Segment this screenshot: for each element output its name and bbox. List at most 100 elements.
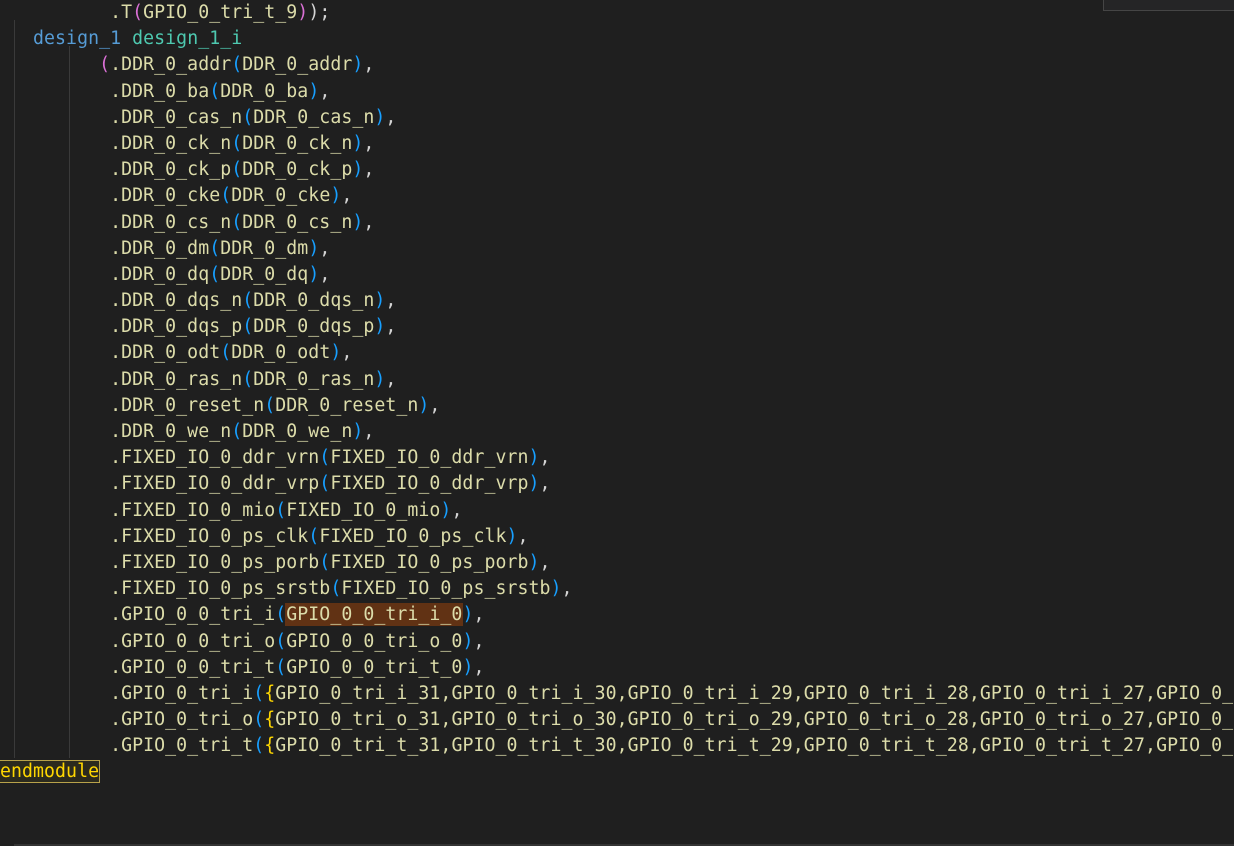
- code-token: .GPIO_0_0_tri_i: [110, 604, 276, 626]
- code-token: ): [528, 551, 540, 573]
- code-line[interactable]: .DDR_0_dm(DDR_0_dm),: [0, 236, 1234, 262]
- code-token: DDR_0_ras_n: [253, 368, 375, 390]
- code-token: ,: [319, 263, 331, 285]
- code-token: GPIO_0_tri_i_31,GPIO_0_tri_i_30,GPIO_0_t…: [275, 682, 1234, 704]
- code-token: ,: [473, 604, 485, 626]
- code-line[interactable]: .DDR_0_odt(DDR_0_odt),: [0, 340, 1234, 366]
- code-token: ,: [385, 106, 397, 128]
- code-token: ,: [451, 499, 463, 521]
- code-token: .DDR_0_cas_n: [110, 106, 243, 128]
- code-line[interactable]: .DDR_0_ck_n(DDR_0_ck_n),: [0, 131, 1234, 157]
- code-token: GPIO_0_tri_t_9: [143, 2, 298, 23]
- code-lines[interactable]: .T(GPIO_0_tri_t_9)); design_1 design_1_i…: [0, 0, 1234, 786]
- code-line[interactable]: .FIXED_IO_0_ddr_vrn(FIXED_IO_0_ddr_vrn),: [0, 445, 1234, 471]
- code-line[interactable]: .DDR_0_we_n(DDR_0_we_n),: [0, 419, 1234, 445]
- code-token: ,: [363, 132, 375, 154]
- code-line[interactable]: .GPIO_0_0_tri_t(GPIO_0_0_tri_t_0),: [0, 655, 1234, 681]
- code-line[interactable]: .T(GPIO_0_tri_t_9));: [0, 0, 1234, 26]
- code-line[interactable]: .FIXED_IO_0_ps_srstb(FIXED_IO_0_ps_srstb…: [0, 576, 1234, 602]
- code-token: ): [528, 473, 540, 495]
- code-token: (: [231, 54, 243, 76]
- code-token: DDR_0_dqs_n: [253, 290, 375, 312]
- code-token: .DDR_0_cs_n: [110, 211, 232, 233]
- code-line[interactable]: .DDR_0_cs_n(DDR_0_cs_n),: [0, 210, 1234, 236]
- code-token: GPIO_0_0_tri_o_0: [286, 630, 463, 652]
- code-token: ,: [341, 342, 353, 364]
- code-token: ): [352, 54, 364, 76]
- code-line[interactable]: .FIXED_IO_0_mio(FIXED_IO_0_mio),: [0, 498, 1234, 524]
- code-token: (: [253, 682, 265, 704]
- code-token: ): [462, 630, 474, 652]
- code-token: ,: [363, 421, 375, 442]
- code-line[interactable]: (.DDR_0_addr(DDR_0_addr),: [0, 52, 1234, 78]
- code-line[interactable]: .DDR_0_reset_n(DDR_0_reset_n),: [0, 393, 1234, 419]
- code-token: .T: [110, 2, 133, 23]
- code-token: ,: [517, 525, 529, 547]
- code-line[interactable]: .DDR_0_dqs_n(DDR_0_dqs_n),: [0, 288, 1234, 314]
- code-token: (: [209, 263, 221, 285]
- code-token: (: [264, 394, 276, 416]
- code-token: .DDR_0_ck_p: [110, 159, 232, 181]
- code-line[interactable]: .DDR_0_cas_n(DDR_0_cas_n),: [0, 105, 1234, 131]
- code-line[interactable]: .DDR_0_dqs_p(DDR_0_dqs_p),: [0, 314, 1234, 340]
- code-token: .GPIO_0_tri_i: [110, 682, 254, 704]
- code-token: DDR_0_reset_n: [275, 394, 419, 416]
- code-token: GPIO_0_tri_o_31,GPIO_0_tri_o_30,GPIO_0_t…: [275, 709, 1234, 731]
- code-line[interactable]: .DDR_0_dq(DDR_0_dq),: [0, 262, 1234, 288]
- code-token: (: [209, 80, 221, 102]
- code-line[interactable]: .DDR_0_cke(DDR_0_cke),: [0, 183, 1234, 209]
- code-token: ): [330, 342, 342, 364]
- code-line[interactable]: .DDR_0_ck_p(DDR_0_ck_p),: [0, 157, 1234, 183]
- code-token: ,: [539, 473, 551, 495]
- code-token: .FIXED_IO_0_ps_porb: [110, 551, 320, 573]
- code-line[interactable]: endmodule: [0, 759, 1234, 785]
- code-line[interactable]: .GPIO_0_tri_i({GPIO_0_tri_i_31,GPIO_0_tr…: [0, 681, 1234, 707]
- code-token: .DDR_0_dqs_p: [110, 316, 243, 338]
- code-token: (: [220, 185, 232, 207]
- code-token: (: [330, 578, 342, 600]
- code-line[interactable]: .GPIO_0_0_tri_o(GPIO_0_0_tri_o_0),: [0, 629, 1234, 655]
- code-line[interactable]: .FIXED_IO_0_ddr_vrp(FIXED_IO_0_ddr_vrp),: [0, 471, 1234, 497]
- find-widget-edge[interactable]: [1103, 0, 1234, 11]
- code-token: FIXED_IO_0_ps_porb: [330, 551, 529, 573]
- code-line[interactable]: design_1 design_1_i: [0, 26, 1234, 52]
- code-token: FIXED_IO_0_ps_srstb: [341, 578, 551, 600]
- code-token: ): [374, 290, 386, 312]
- code-token: DDR_0_cke: [231, 185, 331, 207]
- code-token: {: [264, 709, 276, 731]
- code-line[interactable]: .GPIO_0_tri_o({GPIO_0_tri_o_31,GPIO_0_tr…: [0, 707, 1234, 733]
- code-token: ): [550, 578, 562, 600]
- code-line[interactable]: .FIXED_IO_0_ps_porb(FIXED_IO_0_ps_porb),: [0, 550, 1234, 576]
- code-line[interactable]: .GPIO_0_0_tri_i(GPIO_0_0_tri_i_0),: [0, 602, 1234, 628]
- code-token: ): [308, 80, 320, 102]
- code-editor[interactable]: .T(GPIO_0_tri_t_9)); design_1 design_1_i…: [0, 0, 1234, 846]
- code-line[interactable]: .GPIO_0_tri_t({GPIO_0_tri_t_31,GPIO_0_tr…: [0, 733, 1234, 759]
- code-line[interactable]: .DDR_0_ba(DDR_0_ba),: [0, 79, 1234, 105]
- code-token: DDR_0_addr: [242, 54, 353, 76]
- code-token: (: [242, 316, 254, 338]
- code-token: ,: [385, 316, 397, 338]
- code-token: (: [220, 342, 232, 364]
- code-line[interactable]: .FIXED_IO_0_ps_clk(FIXED_IO_0_ps_clk),: [0, 524, 1234, 550]
- code-token: DDR_0_cas_n: [253, 106, 375, 128]
- code-token: (: [319, 447, 331, 469]
- code-token: .DDR_0_cke: [110, 185, 221, 207]
- code-line[interactable]: .DDR_0_ras_n(DDR_0_ras_n),: [0, 367, 1234, 393]
- code-token: .DDR_0_dm: [110, 237, 210, 259]
- code-token: .FIXED_IO_0_ddr_vrn: [110, 447, 320, 469]
- code-token: DDR_0_we_n: [242, 421, 353, 442]
- code-token: .GPIO_0_tri_o: [110, 709, 254, 731]
- code-token: ,: [385, 368, 397, 390]
